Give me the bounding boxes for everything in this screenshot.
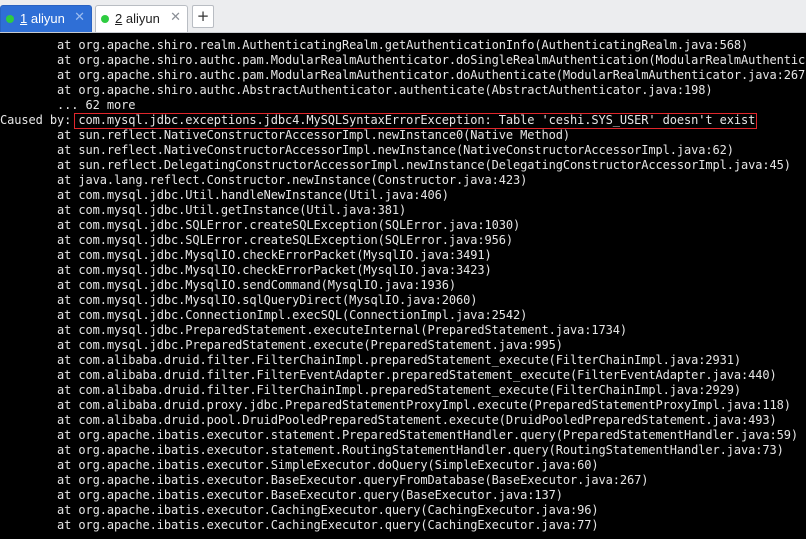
terminal-line: at com.mysql.jdbc.PreparedStatement.exec… — [0, 338, 563, 352]
terminal-line: at java.lang.reflect.Constructor.newInst… — [0, 173, 528, 187]
terminal-output[interactable]: at org.apache.shiro.realm.Authenticating… — [0, 33, 806, 539]
terminal-line: at com.mysql.jdbc.ConnectionImpl.execSQL… — [0, 308, 528, 322]
new-tab-button[interactable]: + — [192, 5, 214, 28]
tab-bar: 1 aliyun ✕ 2 aliyun ✕ + — [0, 0, 806, 33]
terminal-line: at sun.reflect.DelegatingConstructorAcce… — [0, 158, 791, 172]
terminal-line: at org.apache.shiro.authc.AbstractAuthen… — [0, 83, 713, 97]
terminal-line: at org.apache.ibatis.executor.CachingExe… — [0, 518, 599, 532]
terminal-line: at com.mysql.jdbc.MysqlIO.sqlQueryDirect… — [0, 293, 478, 307]
terminal-line: at com.mysql.jdbc.Util.getInstance(Util.… — [0, 203, 407, 217]
terminal-line: at com.mysql.jdbc.MysqlIO.sendCommand(My… — [0, 278, 456, 292]
close-icon[interactable]: ✕ — [170, 10, 181, 25]
terminal-line: at org.apache.shiro.realm.Authenticating… — [0, 38, 749, 52]
terminal-line: at com.mysql.jdbc.PreparedStatement.exec… — [0, 323, 627, 337]
terminal-line: at com.mysql.jdbc.Util.handleNewInstance… — [0, 188, 449, 202]
terminal-line: Caused by: com.mysql.jdbc.exceptions.jdb… — [0, 113, 756, 127]
terminal-line: at org.apache.ibatis.executor.statement.… — [0, 443, 784, 457]
terminal-line: at com.mysql.jdbc.MysqlIO.checkErrorPack… — [0, 248, 492, 262]
terminal-line: at org.apache.shiro.authc.pam.ModularRea… — [0, 68, 806, 82]
terminal-line: at com.alibaba.druid.pool.DruidPooledPre… — [0, 413, 777, 427]
terminal-line: at sun.reflect.NativeConstructorAccessor… — [0, 143, 734, 157]
terminal-line: ... 62 more — [0, 98, 136, 112]
terminal-line: at org.apache.ibatis.executor.SimpleExec… — [0, 458, 599, 472]
terminal-line: at com.alibaba.druid.filter.FilterChainI… — [0, 383, 741, 397]
terminal-line: at com.mysql.jdbc.SQLError.createSQLExce… — [0, 233, 513, 247]
terminal-line: at org.apache.ibatis.executor.CachingExe… — [0, 503, 599, 517]
terminal-line: at com.alibaba.druid.proxy.jdbc.Prepared… — [0, 398, 791, 412]
connection-status-icon — [101, 15, 109, 23]
connection-status-icon — [6, 15, 14, 23]
tab-session-2[interactable]: 2 aliyun ✕ — [95, 5, 188, 32]
tab-label: 1 aliyun — [20, 11, 65, 26]
terminal-line: at org.apache.shiro.authc.pam.ModularRea… — [0, 53, 806, 67]
terminal-line: at org.apache.ibatis.executor.statement.… — [0, 428, 798, 442]
terminal-line: at com.mysql.jdbc.MysqlIO.checkErrorPack… — [0, 263, 492, 277]
tab-label: 2 aliyun — [115, 11, 160, 26]
tab-session-1[interactable]: 1 aliyun ✕ — [0, 5, 92, 32]
terminal-line: at com.alibaba.druid.filter.FilterEventA… — [0, 368, 777, 382]
terminal-line: at com.alibaba.druid.filter.FilterChainI… — [0, 353, 741, 367]
close-icon[interactable]: ✕ — [74, 10, 85, 25]
terminal-line: at com.mysql.jdbc.SQLError.createSQLExce… — [0, 218, 521, 232]
terminal-line: at org.apache.ibatis.executor.BaseExecut… — [0, 473, 649, 487]
terminal-line: at org.apache.ibatis.executor.BaseExecut… — [0, 488, 563, 502]
terminal-line: at sun.reflect.NativeConstructorAccessor… — [0, 128, 570, 142]
